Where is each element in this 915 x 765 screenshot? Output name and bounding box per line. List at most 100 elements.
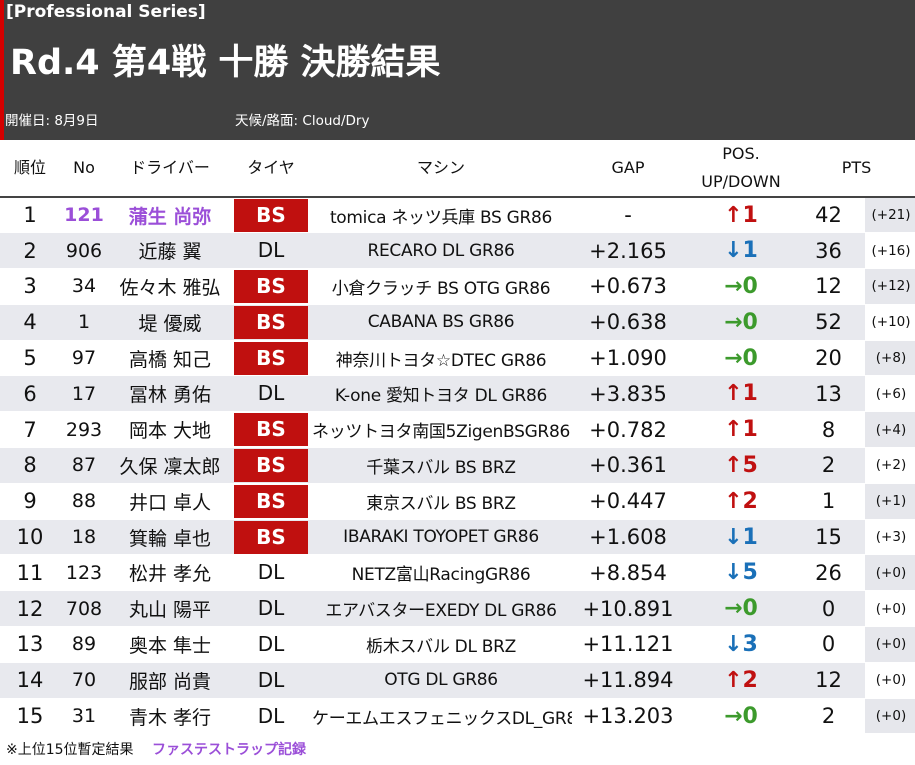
tire-cell: BS bbox=[232, 447, 310, 484]
points-cell: 12 bbox=[798, 662, 865, 699]
position-cell: 10 bbox=[0, 519, 60, 556]
position-cell: 1 bbox=[0, 197, 60, 234]
driver-cell: 堤 優威 bbox=[108, 304, 232, 341]
points-gained-cell: (+10) bbox=[865, 304, 915, 341]
points-gained-cell: (+0) bbox=[865, 698, 915, 735]
position-change-cell: ↑5 bbox=[684, 447, 798, 484]
points-gained-cell: (+21) bbox=[865, 197, 915, 234]
driver-cell: 佐々木 雅弘 bbox=[108, 268, 232, 305]
driver-cell: 青木 孝行 bbox=[108, 698, 232, 735]
results-header: [Professional Series] Rd.4 第4戦 十勝 決勝結果 開… bbox=[0, 0, 915, 140]
table-row: 3 34 佐々木 雅弘 BS 小倉クラッチ BS OTG GR86 +0.673 →0 12(… bbox=[0, 268, 915, 305]
driver-cell: 岡本 大地 bbox=[108, 411, 232, 449]
points-gained-cell: (+0) bbox=[865, 626, 915, 663]
points-cell: 8 bbox=[798, 411, 865, 449]
position-change-cell: ↓1 bbox=[684, 519, 798, 556]
table-row: 6 17 冨林 勇佑 DL K-one 愛知トヨタ DL GR86 +3.835 ↑1 13(… bbox=[0, 375, 915, 413]
tire-badge: DL bbox=[257, 667, 285, 692]
driver-cell: 丸山 陽平 bbox=[108, 590, 232, 628]
points-gained-cell: (+3) bbox=[865, 519, 915, 556]
gap-cell: +11.121 bbox=[572, 626, 684, 663]
position-cell: 4 bbox=[0, 304, 60, 341]
gap-cell: +3.835 bbox=[572, 375, 684, 413]
points-cell: 13 bbox=[798, 375, 865, 413]
footer: ※上位15位暫定結果 ファステストラップ記録 bbox=[6, 739, 306, 759]
position-change-cell: ↓5 bbox=[684, 554, 798, 592]
gap-cell: +10.891 bbox=[572, 590, 684, 628]
position-change-cell: ↑1 bbox=[684, 411, 798, 449]
table-row: 12 708 丸山 陽平 DL エアバスターEXEDY DL GR86 +10.891 →0… bbox=[0, 590, 915, 628]
car-number-cell: 87 bbox=[60, 447, 108, 484]
points-gained-cell: (+0) bbox=[865, 590, 915, 628]
gap-cell: +0.673 bbox=[572, 268, 684, 305]
tire-cell: DL bbox=[232, 375, 310, 413]
position-change-cell: →0 bbox=[684, 590, 798, 628]
accent-bar bbox=[0, 0, 4, 140]
car-number-cell: 708 bbox=[60, 590, 108, 628]
position-cell: 11 bbox=[0, 554, 60, 592]
position-change-cell: ↓1 bbox=[684, 232, 798, 270]
col-move-line1: POS. bbox=[722, 144, 760, 163]
position-cell: 13 bbox=[0, 626, 60, 663]
col-pos: 順位 bbox=[0, 140, 60, 198]
tire-cell: DL bbox=[232, 626, 310, 663]
position-change-cell: →0 bbox=[684, 268, 798, 305]
fastest-lap-legend: ファステストラップ記録 bbox=[152, 742, 306, 758]
tire-cell: BS bbox=[232, 519, 310, 556]
machine-cell: NETZ富山RacingGR86 bbox=[310, 554, 572, 592]
tire-badge: BS bbox=[234, 305, 308, 339]
tire-cell: BS bbox=[232, 304, 310, 341]
series-label: [Professional Series] bbox=[6, 2, 206, 22]
position-change-cell: ↑1 bbox=[684, 197, 798, 234]
points-cell: 20 bbox=[798, 340, 865, 377]
driver-cell: 松井 孝允 bbox=[108, 554, 232, 592]
table-row: 7 293 岡本 大地 BS ネッツトヨタ南国5ZigenBSGR86 +0.782 ↑1 8… bbox=[0, 411, 915, 449]
car-number-cell: 18 bbox=[60, 519, 108, 556]
tire-cell: BS bbox=[232, 483, 310, 520]
points-cell: 2 bbox=[798, 698, 865, 735]
position-change-cell: ↓3 bbox=[684, 626, 798, 663]
position-cell: 2 bbox=[0, 232, 60, 270]
tire-badge: DL bbox=[257, 560, 285, 585]
col-no: No bbox=[60, 140, 108, 198]
driver-cell: 箕輪 卓也 bbox=[108, 519, 232, 556]
tire-badge: BS bbox=[234, 341, 308, 375]
position-cell: 14 bbox=[0, 662, 60, 699]
position-cell: 12 bbox=[0, 590, 60, 628]
tire-badge: BS bbox=[234, 269, 308, 303]
driver-cell: 冨林 勇佑 bbox=[108, 375, 232, 413]
table-row: 15 31 青木 孝行 DL ケーエムエスフェニックスDL_GR86 +13.203 →0 2… bbox=[0, 698, 915, 735]
event-date: 開催日: 8月9日 bbox=[5, 113, 99, 129]
machine-cell: tomica ネッツ兵庫 BS GR86 bbox=[310, 197, 572, 234]
car-number-cell: 293 bbox=[60, 411, 108, 449]
position-change-cell: ↑1 bbox=[684, 375, 798, 413]
machine-cell: 小倉クラッチ BS OTG GR86 bbox=[310, 268, 572, 305]
points-cell: 0 bbox=[798, 590, 865, 628]
table-row: 13 89 奥本 隼士 DL 栃木スバル DL BRZ +11.121 ↓3 0 (+0) bbox=[0, 626, 915, 663]
position-change-cell: →0 bbox=[684, 340, 798, 377]
machine-cell: 東京スバル BS BRZ bbox=[310, 483, 572, 520]
table-row: 41堤 優威 BS CABANA BS GR86 +0.638 →0 52 (+10) bbox=[0, 304, 915, 341]
machine-cell: CABANA BS GR86 bbox=[310, 304, 572, 341]
position-cell: 15 bbox=[0, 698, 60, 735]
gap-cell: +8.854 bbox=[572, 554, 684, 592]
col-gap: GAP bbox=[572, 140, 684, 198]
gap-cell: +0.447 bbox=[572, 483, 684, 520]
provisional-note: ※上位15位暫定結果 bbox=[6, 742, 134, 758]
machine-cell: ケーエムエスフェニックスDL_GR86 bbox=[310, 698, 572, 735]
car-number-cell: 88 bbox=[60, 483, 108, 520]
machine-cell: OTG DL GR86 bbox=[310, 662, 572, 699]
machine-cell: IBARAKI TOYOPET GR86 bbox=[310, 519, 572, 556]
position-cell: 5 bbox=[0, 340, 60, 377]
tire-cell: BS bbox=[232, 197, 310, 234]
points-gained-cell: (+4) bbox=[865, 411, 915, 449]
table-row: 11 123 松井 孝允 DL NETZ富山RacingGR86 +8.854 ↓5 26 (+… bbox=[0, 554, 915, 592]
driver-cell: 服部 尚貴 bbox=[108, 662, 232, 699]
driver-cell: 井口 卓人 bbox=[108, 483, 232, 520]
col-tire: タイヤ bbox=[232, 140, 310, 198]
driver-cell: 蒲生 尚弥 bbox=[108, 197, 232, 234]
car-number-cell: 89 bbox=[60, 626, 108, 663]
machine-cell: ネッツトヨタ南国5ZigenBSGR86 bbox=[310, 411, 572, 449]
position-cell: 7 bbox=[0, 411, 60, 449]
col-pts: PTS bbox=[798, 140, 915, 198]
